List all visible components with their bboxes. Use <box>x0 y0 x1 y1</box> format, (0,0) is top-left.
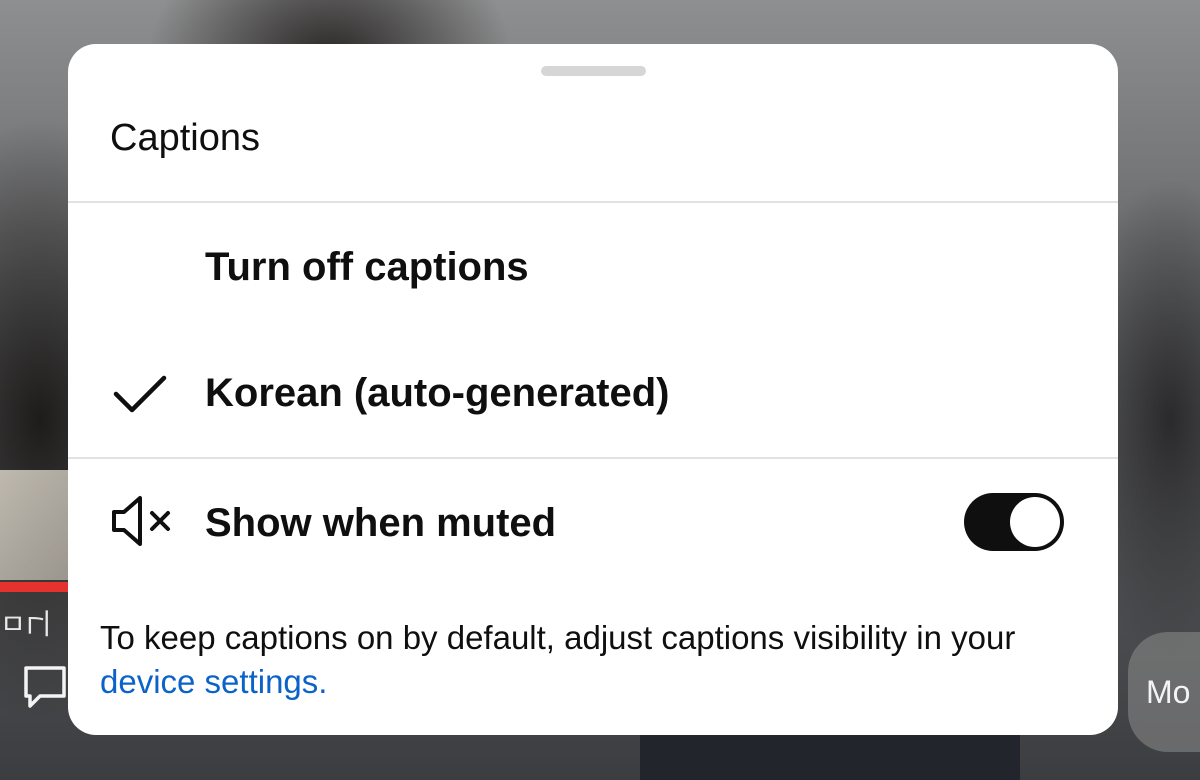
device-settings-link[interactable]: device settings <box>100 663 318 700</box>
show-when-muted-toggle[interactable] <box>964 493 1064 551</box>
sheet-title: Captions <box>110 117 260 159</box>
caption-option-label: Turn off captions <box>205 245 529 289</box>
more-button[interactable]: Mo <box>1128 632 1200 752</box>
speaker-muted-icon <box>112 496 170 546</box>
footnote-text: To keep captions on by default, adjust c… <box>100 619 1016 656</box>
show-when-muted-row[interactable]: Show when muted <box>68 464 1118 579</box>
captions-sheet: Captions Turn off captions Korean (auto-… <box>68 44 1118 735</box>
divider <box>68 201 1118 203</box>
video-progress-bar[interactable] <box>0 582 70 592</box>
captions-footnote: To keep captions on by default, adjust c… <box>100 616 1100 704</box>
sheet-drag-handle[interactable] <box>541 66 646 76</box>
divider <box>68 457 1118 459</box>
caption-option-turn-off[interactable]: Turn off captions <box>68 212 1118 322</box>
checkmark-icon <box>113 375 167 413</box>
video-frame-detail <box>640 730 1020 780</box>
comment-icon[interactable] <box>22 664 68 714</box>
caption-option-korean[interactable]: Korean (auto-generated) <box>68 338 1118 448</box>
footnote-period: . <box>318 663 328 700</box>
caption-option-label: Korean (auto-generated) <box>205 371 670 415</box>
video-overlay-text: ㅁ니 <box>0 607 52 638</box>
show-when-muted-label: Show when muted <box>205 501 557 545</box>
toggle-knob <box>1010 497 1060 547</box>
